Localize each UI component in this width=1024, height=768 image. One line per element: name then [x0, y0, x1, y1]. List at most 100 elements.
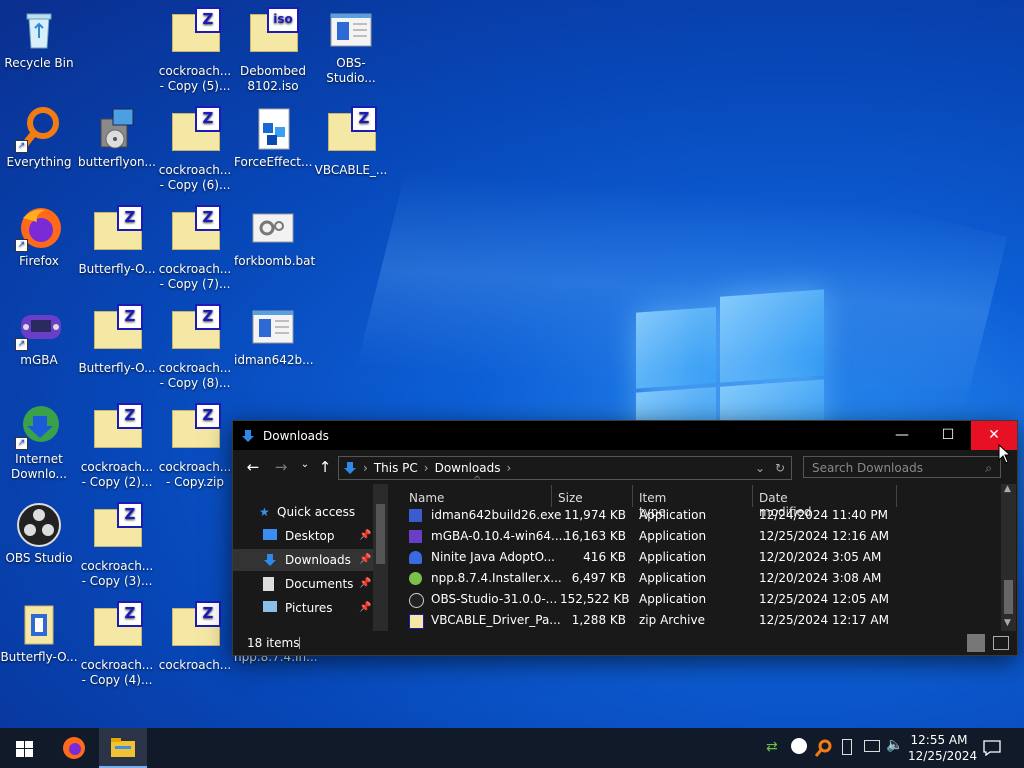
- nav-scrollbar[interactable]: [373, 484, 388, 631]
- mgba-file-icon: [409, 530, 422, 543]
- breadcrumb-separator-icon: ›: [506, 461, 512, 475]
- search-input[interactable]: Search Downloads ⌕: [803, 456, 1001, 478]
- taskbar[interactable]: ⇄ 🔈 12:55 AM 12/25/2024: [0, 728, 1024, 768]
- download-arrow-icon: [264, 554, 276, 566]
- desktop-icon-firefox[interactable]: ↗ Firefox: [0, 204, 78, 269]
- desktop-icon-cockroach-copy-6[interactable]: Z cockroach... - Copy (6)...: [156, 105, 234, 193]
- pictures-icon: [263, 601, 277, 612]
- shortcut-arrow-icon: ↗: [15, 239, 28, 252]
- desktop-icon-cockroach-copy-5[interactable]: Z cockroach... - Copy (5)...: [156, 6, 234, 94]
- maximize-button[interactable]: ☐: [925, 421, 971, 450]
- desktop-icon-forceeffect[interactable]: ForceEffect...: [234, 105, 312, 170]
- desktop-icon-idman-installer[interactable]: idman642b...: [234, 303, 314, 368]
- desktop-icon-cockroach[interactable]: Z cockroach...: [156, 600, 234, 673]
- column-name[interactable]: Name: [409, 491, 444, 505]
- zip-folder-icon: Z: [171, 106, 221, 161]
- status-divider: [299, 637, 300, 649]
- column-size[interactable]: Size: [558, 491, 583, 505]
- navigation-pane[interactable]: ★ Quick access Desktop 📌 Downloads 📌 Doc…: [233, 484, 388, 631]
- desktop-icon-butterfly-folder[interactable]: Butterfly-O...: [0, 600, 78, 665]
- clock[interactable]: 12:55 AM 12/25/2024: [908, 732, 977, 764]
- address-dropdown-icon[interactable]: ⌄: [755, 461, 765, 475]
- taskbar-firefox[interactable]: [50, 728, 98, 768]
- desktop-icon-vbcable[interactable]: Z VBCABLE_...: [312, 105, 390, 178]
- zip-folder-icon: Z: [93, 601, 143, 656]
- window-title: Downloads: [263, 428, 329, 443]
- desktop-icon-obs-studio-installer[interactable]: OBS-Studio...: [312, 6, 390, 86]
- exe-window-icon: [327, 6, 375, 54]
- status-bar: 18 items: [233, 631, 1017, 655]
- nav-documents[interactable]: Documents 📌: [233, 573, 373, 595]
- desktop-icon-obs-studio[interactable]: OBS Studio: [0, 501, 78, 566]
- zip-file-icon: [409, 614, 424, 629]
- zip-folder-icon: Z: [171, 601, 221, 656]
- up-arrow-icon[interactable]: ↑: [313, 458, 337, 476]
- security-tray-icon[interactable]: [791, 738, 807, 754]
- start-button[interactable]: [0, 728, 48, 768]
- star-icon: ★: [259, 505, 270, 519]
- file-list-scrollbar[interactable]: ▲ ▼: [1001, 484, 1016, 631]
- zip-folder-icon: Z: [171, 205, 221, 260]
- installer-icon: [93, 105, 141, 153]
- idm-icon: ↗: [15, 402, 63, 450]
- large-icons-view-icon[interactable]: [993, 636, 1009, 650]
- desktop-icon-recycle-bin[interactable]: Recycle Bin: [0, 6, 78, 71]
- npp-icon: [409, 572, 422, 585]
- breadcrumb-downloads[interactable]: Downloads: [435, 461, 501, 475]
- forward-arrow-icon[interactable]: →: [269, 458, 293, 476]
- desktop-icon-cockroach-copy-8[interactable]: Z cockroach... - Copy (8)...: [156, 303, 234, 391]
- desktop-icon-everything[interactable]: ↗ Everything: [0, 105, 78, 170]
- title-bar[interactable]: Downloads — ☐ ✕: [233, 421, 1017, 450]
- column-divider[interactable]: [632, 485, 633, 507]
- download-arrow-icon: [242, 429, 254, 442]
- network-tray-icon[interactable]: [864, 740, 880, 752]
- nav-quick-access[interactable]: ★ Quick access: [233, 501, 373, 523]
- desktop-icon-butterflyon-installer[interactable]: butterflyon...: [78, 105, 156, 170]
- desktop-icon-cockroach-copy-3[interactable]: Z cockroach... - Copy (3)...: [78, 501, 156, 589]
- close-button[interactable]: ✕: [971, 421, 1017, 450]
- desktop-icon-cockroach-copy-4[interactable]: Z cockroach... - Copy (4)...: [78, 600, 156, 688]
- desktop-icon-internet-download-manager[interactable]: ↗ Internet Downlo...: [0, 402, 78, 482]
- explorer-window[interactable]: Downloads — ☐ ✕ ← → ⌄ ↑ › This PC › Down…: [232, 420, 1018, 656]
- notification-center-icon[interactable]: [983, 740, 1001, 756]
- search-icon: ⌕: [985, 461, 992, 475]
- desktop-icon-cockroach-copy-zip[interactable]: Z cockroach... - Copy.zip: [156, 402, 234, 490]
- nav-pictures[interactable]: Pictures 📌: [233, 597, 373, 619]
- scroll-up-icon[interactable]: ▲: [1004, 484, 1011, 494]
- details-view-icon[interactable]: [967, 634, 985, 652]
- file-explorer-icon: [111, 738, 135, 757]
- column-divider[interactable]: [551, 485, 552, 507]
- everything-tray-icon[interactable]: [814, 739, 832, 757]
- column-divider[interactable]: [896, 485, 897, 507]
- address-bar[interactable]: › This PC › Downloads › ⌄ ↻: [338, 456, 792, 480]
- zip-folder-icon: Z: [171, 304, 221, 359]
- exe-window-icon: [249, 303, 297, 351]
- refresh-icon[interactable]: ↻: [775, 461, 785, 475]
- idm-file-icon: [409, 509, 422, 522]
- desktop-icon-butterfly-zip-1[interactable]: Z Butterfly-O...: [78, 204, 156, 277]
- nav-desktop[interactable]: Desktop 📌: [233, 525, 373, 547]
- zip-folder-icon: Z: [93, 502, 143, 557]
- desktop-icon-butterfly-zip-2[interactable]: Z Butterfly-O...: [78, 303, 156, 376]
- desktop-icon-cockroach-copy-2[interactable]: Z cockroach... - Copy (2)...: [78, 402, 156, 490]
- back-arrow-icon[interactable]: ←: [241, 458, 265, 476]
- desktop-icon-forkbomb-bat[interactable]: forkbomb.bat: [234, 204, 315, 269]
- network-sync-tray-icon[interactable]: ⇄: [766, 739, 778, 755]
- scroll-down-icon[interactable]: ▼: [1004, 618, 1011, 628]
- usb-tray-icon[interactable]: [842, 739, 852, 755]
- desktop-icon-mgba[interactable]: ↗ mGBA: [0, 303, 78, 368]
- taskbar-file-explorer[interactable]: [99, 728, 147, 768]
- file-list-scrollbar-thumb[interactable]: [1004, 580, 1013, 614]
- nav-scrollbar-thumb[interactable]: [376, 504, 385, 564]
- minimize-button[interactable]: —: [879, 421, 925, 450]
- column-divider[interactable]: [752, 485, 753, 507]
- zip-folder-icon: Z: [327, 106, 377, 161]
- breadcrumb-this-pc[interactable]: This PC: [374, 461, 418, 475]
- firefox-icon: ↗: [15, 204, 63, 252]
- nav-downloads[interactable]: Downloads 📌: [233, 549, 373, 571]
- obs-file-icon: [409, 593, 424, 608]
- breadcrumb-separator-icon: ›: [363, 461, 368, 475]
- volume-tray-icon[interactable]: 🔈: [886, 737, 903, 753]
- desktop-icon-cockroach-copy-7[interactable]: Z cockroach... - Copy (7)...: [156, 204, 234, 292]
- desktop-icon-debombed-iso[interactable]: iso Debombed 8102.iso: [234, 6, 312, 94]
